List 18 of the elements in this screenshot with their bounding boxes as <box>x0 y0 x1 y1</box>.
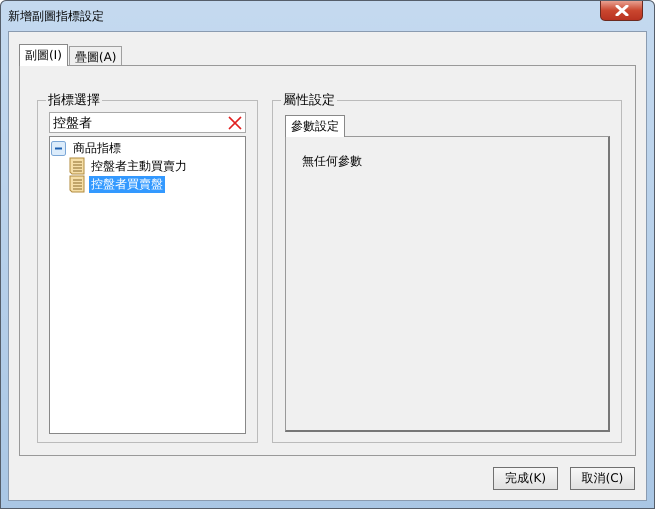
dialog-button[interactable]: 完成(K) <box>493 467 558 490</box>
document-icon <box>69 157 85 175</box>
tab[interactable]: 副圖(I) <box>19 44 68 66</box>
empty-message: 無任何參數 <box>302 154 362 168</box>
group-title: 屬性設定 <box>282 92 336 109</box>
tab[interactable]: 疊圖(A) <box>68 46 122 65</box>
tree-item[interactable]: 商品指標 <box>71 140 123 156</box>
search-field[interactable]: 控盤者 <box>49 112 246 133</box>
close-icon <box>614 5 628 16</box>
document-icon <box>69 175 85 193</box>
tree-item[interactable]: 控盤者主動買賣力 <box>89 158 189 174</box>
collapse-icon[interactable] <box>51 140 66 156</box>
dialog-button[interactable]: 取消(C) <box>570 467 635 490</box>
window-title: 新增副圖指標設定 <box>8 8 104 25</box>
clear-icon[interactable] <box>228 116 242 130</box>
group-title: 指標選擇 <box>47 92 101 109</box>
tab[interactable]: 參數設定 <box>285 115 345 137</box>
close-button[interactable] <box>600 1 643 21</box>
